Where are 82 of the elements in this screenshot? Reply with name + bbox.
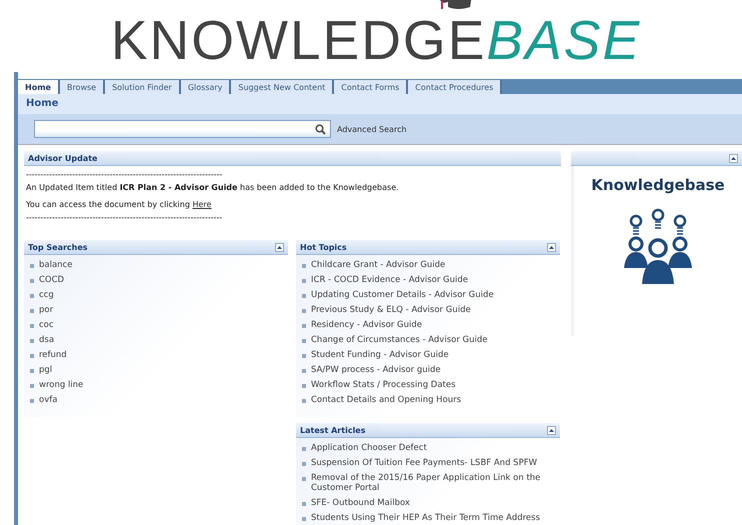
panel-title: Advisor Update <box>28 154 98 162</box>
bullet-icon <box>302 264 306 268</box>
list-link[interactable]: refund <box>39 350 67 360</box>
caret-up-icon <box>549 246 554 248</box>
bullet-icon <box>30 369 34 373</box>
panel-title: Latest Articles <box>300 426 366 434</box>
page-title: Home <box>26 98 58 109</box>
bullet-icon <box>302 309 306 313</box>
update-message: An Updated Item titled ICR Plan 2 - Advisor Guide has been added to the Knowledgebase. <box>26 183 400 192</box>
list-link[interactable]: Suspension Of Tuition Fee Payments- LSBF And SPFW <box>311 458 537 468</box>
collapse-button[interactable] <box>275 242 284 252</box>
people-lightbulb-icon <box>622 206 694 286</box>
bullet-icon <box>302 279 306 283</box>
bullet-icon <box>30 399 34 403</box>
nav-tab[interactable]: Browse <box>60 80 106 94</box>
list-link[interactable]: ccg <box>39 290 54 300</box>
bullet-icon <box>302 399 306 403</box>
bullet-icon <box>302 294 306 298</box>
side-heading: Knowledgebase <box>591 176 725 194</box>
list-link[interactable]: Change of Circumstances - Advisor Guide <box>311 335 488 345</box>
dashed-rule: -------------------------------------------------------------------- <box>26 213 224 222</box>
collapse-button[interactable] <box>547 426 556 434</box>
nav-tab[interactable]: Contact Procedures <box>408 80 502 94</box>
bullet-icon <box>302 339 306 343</box>
nav-tab[interactable]: Solution Finder <box>105 80 181 94</box>
list-link[interactable]: COCD <box>39 275 64 285</box>
nav-tab[interactable]: Contact Forms <box>334 80 408 94</box>
caret-up-icon <box>549 428 554 432</box>
bullet-icon <box>302 477 306 481</box>
list-link[interactable]: Application Chooser Defect <box>311 443 427 453</box>
search-icon[interactable] <box>315 124 326 134</box>
bullet-icon <box>30 309 34 313</box>
caret-up-icon <box>731 156 736 160</box>
list-link[interactable]: Workflow Stats / Processing Dates <box>311 380 456 390</box>
bullet-icon <box>302 369 306 373</box>
bullet-icon <box>302 354 306 358</box>
list-link[interactable]: Childcare Grant - Advisor Guide <box>311 260 446 270</box>
bullet-icon <box>302 462 306 466</box>
collapse-button[interactable] <box>729 154 738 162</box>
bullet-icon <box>30 354 34 358</box>
bullet-icon <box>30 294 34 298</box>
bullet-icon <box>30 264 34 268</box>
nav-tab[interactable]: Suggest New Content <box>231 80 334 94</box>
bullet-icon <box>30 324 34 328</box>
bullet-icon <box>302 324 306 328</box>
bullet-icon <box>302 502 306 506</box>
nav-tab[interactable]: Glossary <box>180 80 232 94</box>
bullet-icon <box>30 339 34 343</box>
list-link[interactable]: SA/PW process - Advisor guide <box>311 365 441 375</box>
here-link[interactable]: Here <box>192 200 212 209</box>
list-link[interactable]: ovfa <box>39 395 58 405</box>
list-link[interactable]: ICR - COCD Evidence - Advisor Guide <box>311 275 468 285</box>
advanced-search-link[interactable]: Advanced Search <box>337 124 407 134</box>
list-link[interactable]: por <box>39 305 54 315</box>
logo-text: KNOWLEDGE <box>110 20 486 60</box>
panel-title: Top Searches <box>28 242 88 252</box>
logo-text: BASE <box>486 20 642 60</box>
collapse-button[interactable] <box>547 242 556 252</box>
list-link[interactable]: wrong line <box>39 380 84 390</box>
nav-tab[interactable]: Home <box>18 80 60 94</box>
bullet-icon <box>302 517 306 521</box>
list-link[interactable]: Updating Customer Details - Advisor Guide <box>311 290 494 300</box>
list-link[interactable]: Residency - Advisor Guide <box>311 320 422 330</box>
list-link[interactable]: SFE- Outbound Mailbox <box>311 498 410 508</box>
search-field[interactable] <box>34 120 331 138</box>
list-link[interactable]: pgl <box>39 365 52 375</box>
list-link[interactable]: coc <box>39 320 54 330</box>
bullet-icon <box>302 447 306 451</box>
list-link[interactable]: balance <box>39 260 72 270</box>
bullet-icon <box>30 384 34 388</box>
list-link[interactable]: Previous Study & ELQ - Advisor Guide <box>311 305 471 315</box>
access-sentence: You can access the document by clicking <box>26 200 191 209</box>
list-link[interactable]: dsa <box>39 335 54 345</box>
bullet-icon <box>30 279 34 283</box>
dashed-rule: -------------------------------------------------------------------- <box>26 170 224 179</box>
list-link[interactable]: Contact Details and Opening Hours <box>311 395 462 405</box>
list-link[interactable]: Removal of the 2015/16 Paper Application Link on the Customer Portal <box>311 473 541 493</box>
panel-title: Hot Topics <box>300 242 347 252</box>
list-link[interactable]: Student Funding - Advisor Guide <box>311 350 449 360</box>
list-link[interactable]: Students Using Their HEP As Their Term Time Address <box>311 513 540 523</box>
bullet-icon <box>302 384 306 388</box>
caret-up-icon <box>277 246 282 248</box>
